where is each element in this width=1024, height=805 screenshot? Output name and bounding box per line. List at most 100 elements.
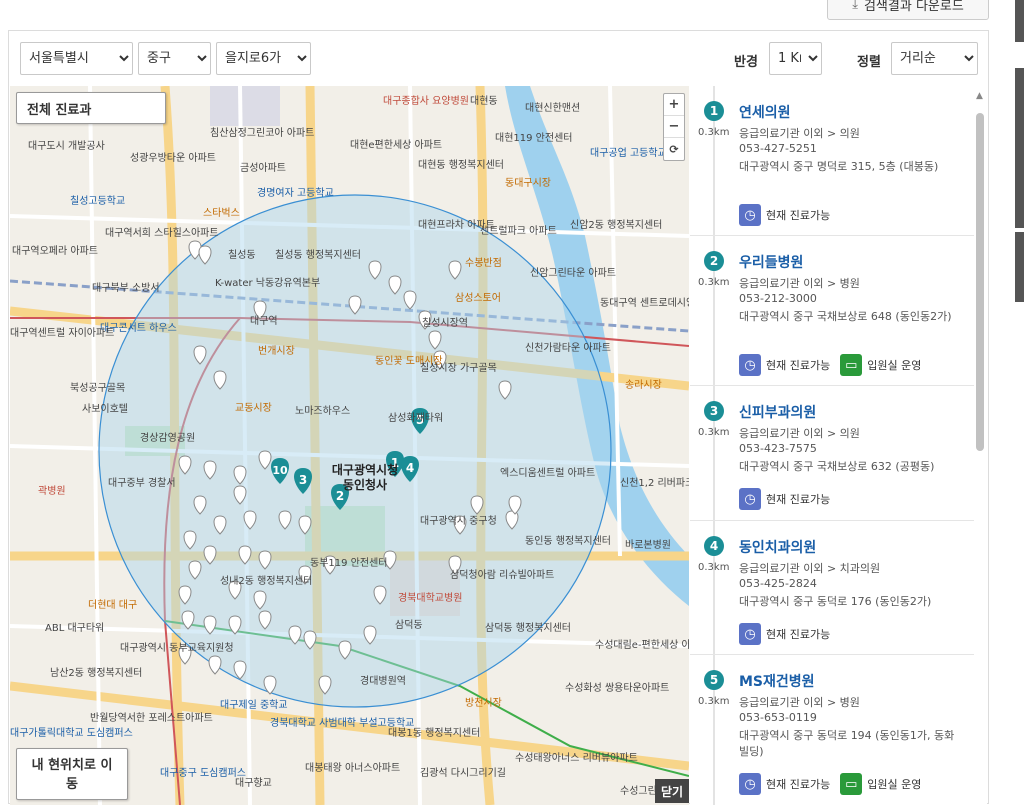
svg-text:삼덕동: 삼덕동 — [395, 619, 423, 631]
svg-text:동인동 행정복지센터: 동인동 행정복지센터 — [525, 535, 611, 547]
result-name-link[interactable]: 신피부과의원 — [739, 402, 816, 422]
top-bar: ⤓ 검색결과 다운로드 — [0, 0, 1024, 30]
radius-label: 반경 — [734, 55, 758, 70]
svg-text:성내2동 행정복지센터: 성내2동 행정복지센터 — [220, 575, 312, 587]
result-phone: 053-653-0119 — [739, 711, 817, 724]
bed-icon: ▭ — [840, 354, 863, 376]
clock-icon: ◷ — [739, 354, 761, 376]
svg-text:대구광역시 동부교육지원청: 대구광역시 동부교육지원청 — [120, 642, 234, 654]
result-category: 응급의료기관 이외 > 의원 — [739, 127, 860, 140]
result-tags: ◷ 현재 진료가능 ▭ 입원실 운영 — [739, 772, 921, 796]
zoom-out-button[interactable]: − — [664, 116, 684, 138]
move-to-current-location-button[interactable]: 내 현위치로 이 동 — [16, 748, 128, 800]
status-label: 현재 진료가능 — [766, 209, 831, 222]
marker-3-label: 3 — [299, 473, 307, 487]
svg-text:신암2동 행정복지센터: 신암2동 행정복지센터 — [570, 219, 662, 231]
result-phone: 053-423-7575 — [739, 442, 817, 455]
result-item[interactable]: 4 0.3km 동인치과의원 응급의료기관 이외 > 치과의원 053-425-… — [690, 521, 974, 655]
result-distance: 0.3km — [698, 427, 730, 438]
svg-text:수성화성 쌍용타운아파트: 수성화성 쌍용타운아파트 — [565, 682, 669, 694]
radius-select[interactable]: 1 Km — [769, 42, 822, 75]
svg-text:대구향교: 대구향교 — [235, 777, 272, 789]
result-category: 응급의료기관 이외 > 치과의원 — [739, 562, 881, 575]
svg-text:사보이호텔: 사보이호텔 — [82, 403, 128, 415]
refresh-icon[interactable]: ⟳ — [664, 138, 684, 160]
result-distance: 0.3km — [698, 562, 730, 573]
result-distance: 0.3km — [698, 127, 730, 138]
result-item[interactable]: 5 0.3km MS재건병원 응급의료기관 이외 > 병원 053-653-01… — [690, 655, 974, 805]
svg-text:ABL 대구타워: ABL 대구타워 — [45, 621, 104, 634]
svg-text:대봉태왕 아너스아파트: 대봉태왕 아너스아파트 — [305, 762, 400, 774]
svg-text:대구역센트럴 자이아파트: 대구역센트럴 자이아파트 — [10, 326, 114, 339]
scroll-up-icon[interactable]: ▲ — [976, 91, 983, 101]
svg-text:남산2동 행정복지센터: 남산2동 행정복지센터 — [50, 667, 142, 679]
download-results-button[interactable]: ⤓ 검색결과 다운로드 — [827, 0, 989, 20]
download-results-label: 검색결과 다운로드 — [863, 0, 964, 14]
svg-text:대현신한맨션: 대현신한맨션 — [525, 102, 580, 114]
svg-text:대구역: 대구역 — [250, 315, 278, 327]
result-address: 대구광역시 중구 국채보상로 648 (동인동2가) — [739, 310, 952, 323]
result-item[interactable]: 1 0.3km 연세의원 응급의료기관 이외 > 의원 053-427-5251… — [690, 86, 974, 236]
result-number: 5 — [704, 670, 724, 690]
scrollbar-thumb[interactable] — [976, 113, 984, 451]
svg-text:대현119 안전센터: 대현119 안전센터 — [495, 132, 572, 144]
result-name-link[interactable]: 동인치과의원 — [739, 537, 816, 557]
svg-text:대현e편한세상 아파트: 대현e편한세상 아파트 — [350, 139, 442, 151]
results-list: 1 0.3km 연세의원 응급의료기관 이외 > 의원 053-427-5251… — [690, 86, 987, 805]
result-number: 3 — [704, 401, 724, 421]
zoom-in-button[interactable]: + — [664, 94, 684, 116]
svg-text:대구제일 중학교: 대구제일 중학교 — [220, 699, 288, 711]
result-address: 대구광역시 중구 동덕로 194 (동인동1가, 동화빌딩) — [739, 729, 955, 758]
svg-text:동대구역 센트로데시앙아파트: 동대구역 센트로데시앙아파트 — [600, 297, 689, 309]
status-label: 현재 진료가능 — [766, 359, 831, 372]
result-address: 대구광역시 중구 국채보상로 632 (공평동) — [739, 460, 935, 473]
status-tag: ◷ 현재 진료가능 — [739, 488, 830, 510]
clock-icon: ◷ — [739, 773, 761, 795]
svg-text:경명여자 고등학교: 경명여자 고등학교 — [257, 186, 334, 199]
result-name-link[interactable]: MS재건병원 — [739, 671, 815, 691]
district-select[interactable]: 중구 — [138, 42, 211, 75]
svg-text:스타벅스: 스타벅스 — [203, 207, 240, 219]
clock-icon: ◷ — [739, 488, 761, 510]
results-scrollbar[interactable]: ▲ — [975, 91, 985, 805]
svg-text:바로본병원: 바로본병원 — [625, 539, 671, 551]
sort-select[interactable]: 거리순 — [891, 42, 978, 75]
result-item[interactable]: 3 0.3km 신피부과의원 응급의료기관 이외 > 의원 053-423-75… — [690, 386, 974, 521]
map-canvas[interactable]: 1 2 3 4 5 10 대구광역시청 동인청사 대구종합사 요양병원 대현동 … — [10, 86, 689, 805]
result-name-link[interactable]: 우리들병원 — [739, 252, 803, 272]
city-select[interactable]: 서울특별시 — [20, 42, 133, 75]
svg-text:대구공업 고등학교: 대구공업 고등학교 — [590, 146, 667, 159]
all-departments-button[interactable]: 전체 진료과 — [16, 92, 166, 124]
result-distance: 0.3km — [698, 696, 730, 707]
svg-text:칠성고등학교: 칠성고등학교 — [70, 195, 125, 207]
result-item[interactable]: 2 0.3km 우리들병원 응급의료기관 이외 > 병원 053-212-300… — [690, 236, 974, 386]
close-button[interactable]: 닫기 — [655, 779, 689, 803]
svg-text:금성아파트: 금성아파트 — [240, 162, 286, 174]
svg-text:대봉1동 행정복지센터: 대봉1동 행정복지센터 — [388, 727, 480, 739]
search-panel: 서울특별시 중구 을지로6가 반경 1 Km 정렬 거리순 1 2 3 4 5 … — [8, 30, 989, 805]
result-phone: 053-425-2824 — [739, 577, 817, 590]
result-name-link[interactable]: 연세의원 — [739, 102, 791, 122]
result-tags: ◷ 현재 진료가능 — [739, 203, 830, 227]
inpatient-label: 입원실 운영 — [867, 359, 922, 372]
svg-text:대구광역시 중구청: 대구광역시 중구청 — [420, 515, 497, 527]
map-view[interactable]: 1 2 3 4 5 10 대구광역시청 동인청사 대구종합사 요양병원 대현동 … — [10, 86, 689, 805]
svg-text:더현대 대구: 더현대 대구 — [88, 599, 137, 611]
svg-text:대구도시 개발공사: 대구도시 개발공사 — [28, 140, 105, 152]
svg-text:칠성동: 칠성동 — [228, 249, 256, 261]
svg-text:번개시장: 번개시장 — [258, 345, 295, 357]
status-tag: ◷ 현재 진료가능 — [739, 773, 830, 795]
city-hall-sublabel: 동인청사 — [343, 477, 387, 492]
svg-text:김광석 다시그리기길: 김광석 다시그리기길 — [420, 766, 506, 779]
svg-text:칠성시장역: 칠성시장역 — [422, 317, 468, 329]
current-location-label-1: 내 현위치로 이 — [31, 758, 113, 773]
dong-select[interactable]: 을지로6가 — [216, 42, 311, 75]
clock-icon: ◷ — [739, 204, 761, 226]
svg-text:경상감영공원: 경상감영공원 — [140, 431, 195, 444]
svg-text:칠성시장 가구골목: 칠성시장 가구골목 — [420, 362, 497, 374]
svg-text:동부119 안전센터: 동부119 안전센터 — [310, 557, 387, 569]
svg-text:신암그린타운 아파트: 신암그린타운 아파트 — [530, 267, 616, 279]
svg-text:K-water 낙동강유역본부: K-water 낙동강유역본부 — [215, 277, 320, 289]
status-label: 현재 진료가능 — [766, 778, 831, 791]
svg-text:반월당역서한 포레스트아파트: 반월당역서한 포레스트아파트 — [90, 712, 213, 724]
